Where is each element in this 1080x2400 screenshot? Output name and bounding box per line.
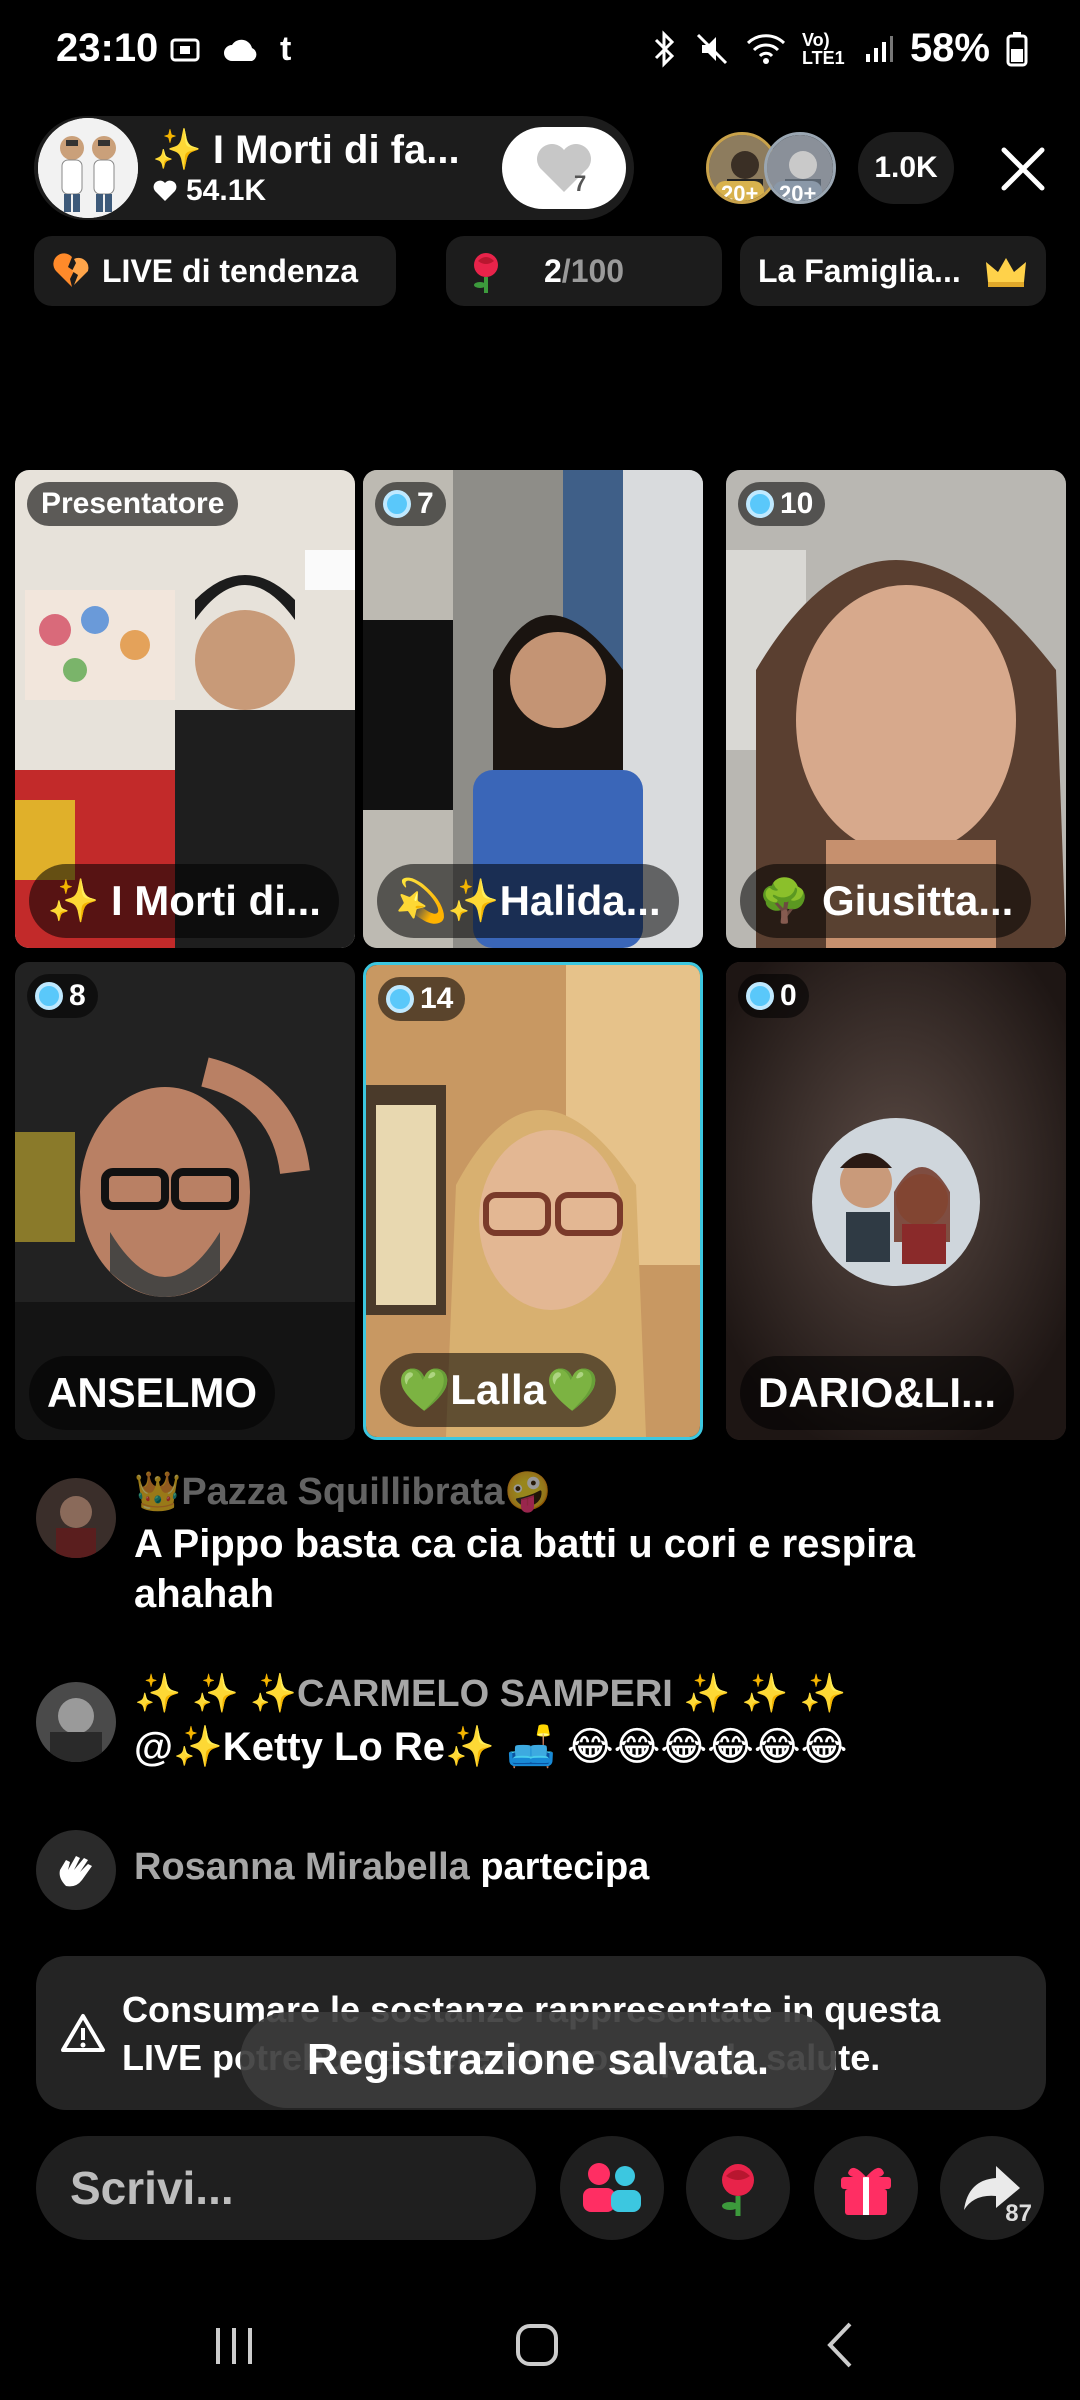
signal-icon	[865, 35, 893, 62]
heart-icon	[153, 180, 177, 201]
guest-tile-speaking[interactable]: 14 💚Lalla💚	[363, 962, 703, 1440]
guest-tile[interactable]: 10 🌳 Giusitta...	[726, 470, 1066, 948]
diamond-icon	[35, 982, 63, 1010]
back-icon[interactable]	[820, 2320, 860, 2370]
host-name: ✨ I Morti di fa...	[152, 128, 460, 172]
chat-username[interactable]: ✨ ✨ ✨CARMELO SAMPERI ✨ ✨ ✨	[134, 1672, 846, 1716]
mute-icon	[696, 33, 727, 64]
family-label: La Famiglia...	[758, 252, 961, 289]
share-button[interactable]: 87	[940, 2136, 1044, 2240]
t-app-icon: t	[280, 30, 292, 68]
rose-total: /100	[561, 252, 625, 289]
join-username[interactable]: Rosanna Mirabella	[134, 1846, 470, 1888]
guests-button[interactable]	[560, 2136, 664, 2240]
guest-name: ANSELMO	[29, 1356, 275, 1430]
warning-icon	[61, 2014, 105, 2052]
rose-gift-button[interactable]	[686, 2136, 790, 2240]
family-chip[interactable]: La Famiglia...	[740, 236, 1046, 306]
guest-name: DARIO&LI...	[740, 1356, 1014, 1430]
follow-level: 7	[574, 171, 587, 196]
crown-icon	[986, 258, 1026, 287]
join-notice: Rosanna Mirabella partecipa	[134, 1846, 649, 1889]
guest-name: 💚Lalla💚	[380, 1353, 617, 1427]
status-bar: 23:10 t Vo) LTE1 58%	[0, 0, 1080, 110]
diamond-icon	[746, 490, 774, 518]
wave-hand-icon	[59, 1856, 92, 1887]
status-time: 23:10	[56, 26, 159, 70]
chat-message: A Pippo basta ca cia batti u cori e resp…	[134, 1522, 915, 1616]
guest-name: ✨ I Morti di...	[29, 864, 339, 938]
comment-input[interactable]: Scrivi...	[36, 2136, 536, 2240]
battery-icon	[1006, 31, 1028, 66]
close-button[interactable]	[990, 136, 1056, 202]
diamond-icon	[386, 985, 414, 1013]
host-avatar[interactable]	[38, 118, 138, 218]
rose-count: 2	[544, 252, 562, 289]
guest-name: 💫✨Halida...	[377, 864, 679, 938]
screen-record-icon	[170, 38, 200, 61]
host-likes-count: 54.1K	[186, 174, 267, 207]
follow-button[interactable]: 7	[502, 127, 626, 209]
rose-icon	[722, 2164, 754, 2216]
guest-level-badge: 14	[378, 977, 466, 1021]
broken-heart-icon	[53, 253, 89, 287]
battery-percent: 58%	[909, 26, 990, 70]
rose-icon	[474, 253, 498, 293]
people-icon	[583, 2163, 641, 2212]
chat-avatar[interactable]	[36, 1682, 116, 1762]
guest-tile[interactable]: 8 ANSELMO	[15, 962, 355, 1440]
gift-icon	[841, 2167, 891, 2215]
cloud-icon	[224, 39, 257, 61]
share-count: 87	[1005, 2200, 1032, 2227]
viewer-count[interactable]: 1.0K	[858, 132, 954, 204]
guest-tile[interactable]: 7 💫✨Halida...	[363, 470, 703, 948]
viewer-level-badge: 20+	[773, 181, 823, 201]
bluetooth-icon	[654, 29, 675, 68]
diamond-icon	[383, 490, 411, 518]
system-nav-bar	[0, 2290, 1080, 2400]
wifi-icon	[746, 33, 785, 64]
guest-level-badge: 0	[738, 974, 809, 1018]
diamond-icon	[746, 982, 774, 1010]
network-label: Vo) LTE1	[801, 29, 845, 68]
rose-goal-chip[interactable]: 2/100	[446, 236, 722, 306]
guest-name: 🌳 Giusitta...	[740, 864, 1032, 938]
guest-tile[interactable]: 0 DARIO&LI...	[726, 962, 1066, 1440]
join-action: partecipa	[480, 1846, 650, 1888]
home-icon[interactable]	[512, 2320, 562, 2370]
trending-chip[interactable]: LIVE di tendenza	[34, 236, 396, 306]
join-icon-circle	[36, 1830, 116, 1910]
guest-tile-host[interactable]: Presentatore ✨ I Morti di...	[15, 470, 355, 948]
recent-apps-icon[interactable]	[210, 2324, 260, 2368]
top-viewers[interactable]: 20+ 20+	[706, 132, 846, 208]
top-viewer-avatar[interactable]: 20+	[764, 132, 836, 204]
trending-label: LIVE di tendenza	[102, 252, 359, 289]
chat-avatar[interactable]	[36, 1478, 116, 1558]
close-icon	[1001, 147, 1045, 191]
toast-message: Registrazione salvata.	[240, 2012, 836, 2108]
host-info-pill[interactable]: ✨ I Morti di fa... 54.1K 7	[34, 116, 634, 220]
gift-button[interactable]	[814, 2136, 918, 2240]
guest-level-badge: 7	[375, 482, 446, 526]
chat-username[interactable]: 👑Pazza Squillibrata🤪	[134, 1470, 552, 1514]
guest-level-badge: 8	[27, 974, 98, 1018]
viewer-level-badge: 20+	[715, 181, 765, 201]
chat-message: @✨Ketty Lo Re✨ 🛋️ 😂😂😂😂😂😂	[134, 1725, 848, 1769]
guest-level-badge: 10	[738, 482, 826, 526]
host-badge: Presentatore	[27, 482, 239, 526]
